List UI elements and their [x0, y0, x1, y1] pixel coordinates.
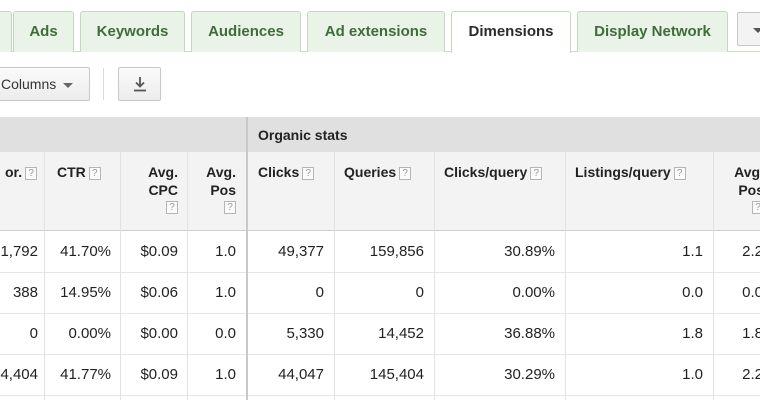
- table-row: 1,792 41.70% $0.09 1.0 49,377 159,856 30…: [0, 232, 760, 273]
- cell-avg-pos: 0.0: [215, 325, 236, 342]
- cell-organic-avg-pos: 2.2: [742, 366, 760, 383]
- chevron-down-icon: [63, 83, 73, 88]
- more-tabs-button[interactable]: [737, 12, 760, 46]
- help-icon[interactable]: ?: [166, 201, 178, 214]
- column-divider: [713, 152, 714, 400]
- organic-stats-title: Organic stats: [258, 127, 348, 143]
- header-organic-avg-pos[interactable]: Avg. Pos ?: [718, 163, 760, 214]
- help-icon[interactable]: ?: [25, 167, 38, 180]
- header-avg-cpc[interactable]: Avg. CPC ?: [120, 163, 178, 214]
- download-button[interactable]: [118, 67, 161, 101]
- organic-stats-band: Organic stats: [247, 117, 760, 152]
- header-ctr[interactable]: CTR?: [57, 163, 101, 181]
- cell-queries: 0: [415, 284, 424, 301]
- cell-conversions: 1,792: [0, 243, 38, 260]
- columns-button-label: Columns: [1, 76, 57, 92]
- table-row: 0 0.00% $0.00 0.0 5,330 14,452 36.88% 1.…: [0, 314, 760, 355]
- column-divider: [120, 152, 121, 400]
- column-divider: [44, 152, 45, 400]
- tab-display-network[interactable]: Display Network: [577, 11, 728, 52]
- cell-organic-avg-pos: 2.2: [742, 243, 760, 260]
- columns-button[interactable]: Columns: [0, 67, 90, 101]
- cell-conversions: 388: [12, 284, 38, 301]
- cell-listings-per-query: 1.0: [682, 366, 703, 383]
- table-row: 388 14.95% $0.06 1.0 0 0 0.00% 0.0 0.0: [0, 273, 760, 314]
- tab-ads[interactable]: Ads: [13, 11, 74, 52]
- header-clicks[interactable]: Clicks?: [258, 163, 315, 181]
- header-conversions[interactable]: or.?: [5, 163, 38, 181]
- cell-clicks-per-query: 36.88%: [504, 325, 555, 342]
- cell-clicks: 5,330: [286, 325, 324, 342]
- cell-avg-cpc: $0.09: [140, 243, 178, 260]
- chevron-down-icon: [753, 28, 760, 33]
- help-icon[interactable]: ?: [302, 167, 315, 180]
- cell-ctr: 41.77%: [60, 366, 111, 383]
- help-icon[interactable]: ?: [399, 167, 412, 180]
- column-divider: [565, 152, 566, 400]
- help-icon[interactable]: ?: [752, 201, 760, 214]
- cell-conversions: 0: [29, 325, 38, 342]
- column-divider: [334, 152, 335, 400]
- toolbar-divider: [103, 68, 104, 100]
- stats-group-band: [0, 117, 247, 152]
- cell-avg-cpc: $0.06: [140, 284, 178, 301]
- cell-listings-per-query: 1.8: [682, 325, 703, 342]
- cell-clicks-per-query: 30.89%: [504, 243, 555, 260]
- cell-organic-avg-pos: 1.8: [742, 325, 760, 342]
- cell-ctr: 14.95%: [60, 284, 111, 301]
- cell-avg-pos: 1.0: [215, 366, 236, 383]
- cell-avg-cpc: $0.00: [140, 325, 178, 342]
- help-icon[interactable]: ?: [530, 167, 543, 180]
- cell-avg-cpc: $0.09: [140, 366, 178, 383]
- column-divider: [187, 152, 188, 400]
- tab-ad-extensions[interactable]: Ad extensions: [307, 11, 445, 52]
- header-avg-pos[interactable]: Avg. Pos ?: [190, 163, 236, 214]
- cell-avg-pos: 1.0: [215, 243, 236, 260]
- cell-conversions: 4,404: [0, 366, 38, 383]
- help-icon[interactable]: ?: [673, 167, 686, 180]
- tab-dimensions[interactable]: Dimensions: [451, 11, 571, 53]
- cell-ctr: 41.70%: [60, 243, 111, 260]
- cell-listings-per-query: 1.1: [682, 243, 703, 260]
- cell-queries: 145,404: [369, 366, 424, 383]
- tab-partial[interactable]: [0, 11, 12, 52]
- cell-ctr: 0.00%: [68, 325, 111, 342]
- tab-audiences[interactable]: Audiences: [191, 11, 301, 52]
- cell-clicks: 44,047: [278, 366, 324, 383]
- tab-bar: Ads Keywords Audiences Ad extensions Dim…: [0, 0, 760, 53]
- cell-clicks-per-query: 0.00%: [512, 284, 555, 301]
- cell-clicks: 0: [315, 284, 324, 301]
- cell-queries: 159,856: [369, 243, 424, 260]
- header-queries[interactable]: Queries?: [344, 163, 412, 181]
- cell-queries: 14,452: [378, 325, 424, 342]
- cell-listings-per-query: 0.0: [682, 284, 703, 301]
- header-listings-per-query[interactable]: Listings/query?: [575, 163, 686, 181]
- cell-avg-pos: 1.0: [215, 284, 236, 301]
- column-divider: [434, 152, 435, 400]
- download-icon: [134, 77, 146, 92]
- cell-organic-avg-pos: 0.0: [742, 284, 760, 301]
- header-clicks-per-query[interactable]: Clicks/query?: [444, 163, 543, 181]
- help-icon[interactable]: ?: [224, 201, 236, 214]
- cell-clicks: 49,377: [278, 243, 324, 260]
- help-icon[interactable]: ?: [88, 167, 101, 180]
- organic-stats-divider: [246, 117, 248, 400]
- cell-clicks-per-query: 30.29%: [504, 366, 555, 383]
- tab-keywords[interactable]: Keywords: [80, 11, 185, 52]
- table-row: 4,404 41.77% $0.09 1.0 44,047 145,404 30…: [0, 355, 760, 396]
